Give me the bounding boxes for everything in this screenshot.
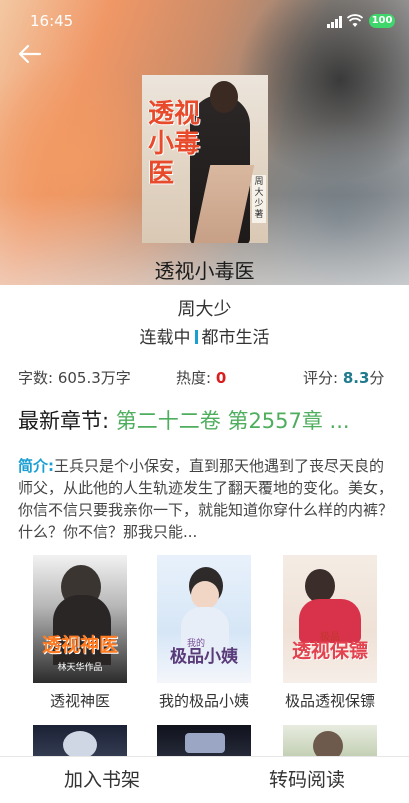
transcode-read-button[interactable]: 转码阅读 [205, 757, 409, 801]
recommend-cover-title: 透视神医 [41, 634, 118, 656]
book-cover: 透视小毒医 周大少著 [142, 75, 268, 243]
author-name[interactable]: 周大少 [0, 295, 409, 321]
latest-chapter-value[interactable]: 第二十二卷 第2557章 ... [116, 409, 350, 433]
latest-chapter[interactable]: 最新章节: 第二十二卷 第2557章 ... [18, 405, 398, 435]
latest-chapter-label: 最新章节: [18, 409, 110, 433]
intro-text: 王兵只是个小保安，直到那天他遇到了丧尽天良的师父，从此他的人生轨迹发生了翻天覆地… [18, 457, 394, 541]
add-to-shelf-button[interactable]: 加入书架 [0, 757, 204, 801]
status-time: 16:45 [30, 12, 74, 30]
recommend-title[interactable]: 我的极品小姨 [155, 691, 253, 711]
recommend-item[interactable]: 极品 透视保镖 极品透视保镖 [281, 555, 379, 711]
book-status-line: 连载中 都市生活 [0, 323, 409, 348]
book-intro[interactable]: 简介:王兵只是个小保安，直到那天他遇到了丧尽天良的师父，从此他的人生轨迹发生了翻… [18, 455, 393, 543]
intro-label: 简介: [18, 457, 54, 475]
cover-title: 透视小毒医 [148, 99, 201, 189]
recommend-cover-title: 透视保镖 [291, 640, 368, 662]
recommend-cover[interactable]: 我的 极品小姨 [157, 555, 251, 683]
recommend-item[interactable]: 我的 极品小姨 我的极品小姨 [155, 555, 253, 711]
rating: 评分: 8.3分 [303, 369, 385, 387]
recommend-title[interactable]: 极品透视保镖 [281, 691, 379, 711]
divider [194, 330, 198, 344]
recommend-cover-title: 极品小姨 [170, 647, 238, 667]
book-stats: 字数: 605.3万字 热度: 0 评分: 8.3分 [18, 367, 391, 389]
book-category[interactable]: 都市生活 [202, 328, 270, 348]
recommend-title[interactable]: 透视神医 [31, 691, 129, 711]
battery-icon: 100 [369, 14, 395, 28]
book-title: 透视小毒医 [154, 259, 255, 283]
recommend-cover[interactable]: 透视神医 林天华作品 [33, 555, 127, 683]
word-count: 字数: 605.3万字 [18, 369, 131, 387]
cover-author: 周大少著 [252, 175, 266, 223]
recommend-item[interactable]: 透视神医 林天华作品 透视神医 [31, 555, 129, 711]
status-bar: 16:45 100 [0, 0, 409, 44]
signal-icon [327, 16, 342, 28]
popularity: 热度: 0 [176, 369, 227, 387]
recommend-cover[interactable]: 极品 透视保镖 [283, 555, 377, 683]
back-arrow-icon[interactable] [16, 42, 44, 66]
bottom-action-bar: 加入书架 转码阅读 [0, 756, 409, 801]
serial-status: 连载中 [139, 328, 191, 348]
wifi-icon [347, 14, 363, 27]
